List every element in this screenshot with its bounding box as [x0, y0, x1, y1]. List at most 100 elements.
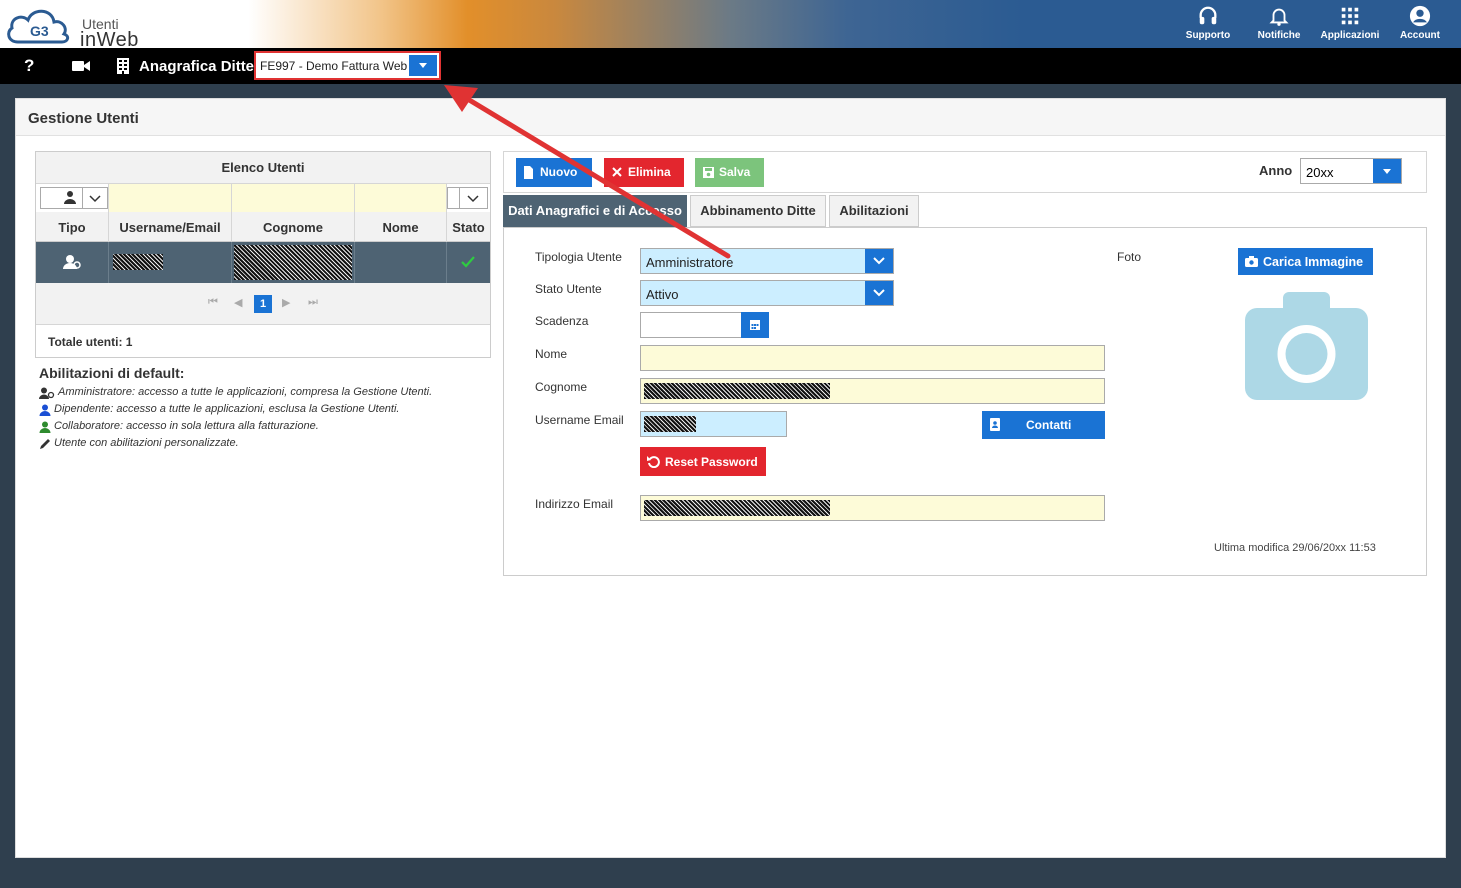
calendar-button[interactable] — [741, 312, 769, 338]
table-row[interactable] — [36, 242, 490, 283]
photo-label: Foto — [1117, 250, 1142, 264]
user-management-panel: Gestione Utenti Elenco Utenti Tipo Usern… — [15, 98, 1446, 858]
row-type-cell — [36, 242, 109, 283]
chevron-down-icon — [873, 289, 885, 297]
caret-down-icon — [1383, 169, 1391, 174]
legend-custom-text: Utente con abilitazioni personalizzate. — [54, 437, 239, 449]
email-address-input[interactable] — [640, 495, 1105, 521]
type-filter[interactable] — [36, 184, 109, 212]
notifications-label: Notifiche — [1257, 30, 1301, 41]
account-button[interactable]: Account — [1385, 2, 1455, 48]
app-header: G3 Utenti inWeb Supporto Notifiche Appli… — [0, 0, 1461, 51]
username-email-input[interactable] — [640, 411, 787, 437]
admin-user-icon — [63, 255, 81, 269]
company-dropdown-button[interactable] — [409, 55, 437, 76]
company-select-value: FE997 - Demo Fattura Web — [260, 59, 408, 73]
user-type-select[interactable]: Amministratore — [640, 248, 894, 274]
grid-caption: Elenco Utenti — [36, 152, 490, 184]
page-title: Gestione Utenti — [28, 110, 139, 127]
users-grid: Elenco Utenti Tipo Username/Email Cognom… — [35, 151, 491, 358]
legend-item-custom: Utente con abilitazioni personalizzate. — [39, 435, 432, 452]
legend-admin-text: Amministratore: accesso a tutte le appli… — [58, 386, 433, 398]
chevron-down-icon — [873, 257, 885, 265]
last-modified: Ultima modifica 29/06/20xx 11:53 — [1214, 542, 1376, 554]
user-type-dropdown-button[interactable] — [865, 249, 893, 273]
user-icon — [39, 404, 51, 416]
user-status-select[interactable]: Attivo — [640, 280, 894, 306]
surname-filter[interactable] — [232, 184, 355, 212]
calendar-icon — [750, 320, 760, 330]
video-camera-icon[interactable] — [72, 60, 90, 72]
last-page-icon[interactable]: ⏭ — [308, 296, 318, 309]
column-nome[interactable]: Nome — [355, 212, 447, 242]
first-name-input[interactable] — [640, 345, 1105, 371]
top-toolbar: ? Anagrafica Ditte FE997 - Demo Fattura … — [0, 48, 1461, 84]
new-button-label: Nuovo — [540, 165, 578, 179]
upload-image-button[interactable]: Carica Immagine — [1238, 248, 1373, 275]
user-status-label: Stato Utente — [535, 282, 602, 296]
user-circle-icon — [1409, 5, 1431, 27]
first-name-label: Nome — [535, 347, 568, 361]
expiry-date-input[interactable] — [640, 312, 742, 338]
permissions-legend: Abilitazioni di default: Amministratore:… — [39, 365, 432, 452]
reset-password-button[interactable]: Reset Password — [640, 447, 766, 476]
support-button[interactable]: Supporto — [1173, 2, 1243, 48]
tab-personal-data[interactable]: Dati Anagrafici e di Accesso — [503, 195, 687, 227]
grid-pager: ⏮ ◀ 1 ▶ ⏭ — [36, 283, 490, 325]
applications-label: Applicazioni — [1320, 30, 1380, 41]
column-stato[interactable]: Stato — [447, 212, 490, 242]
column-tipo[interactable]: Tipo — [36, 212, 109, 242]
grid-filter-row — [36, 184, 490, 212]
legend-title: Abilitazioni di default: — [39, 365, 185, 381]
year-select[interactable]: 20xx — [1300, 158, 1402, 184]
company-registry-title[interactable]: Anagrafica Ditte — [139, 58, 254, 75]
legend-item-admin: Amministratore: accesso a tutte le appli… — [39, 384, 432, 401]
check-icon — [461, 256, 475, 268]
year-dropdown-button[interactable] — [1373, 159, 1401, 183]
support-label: Supporto — [1185, 30, 1231, 41]
redacted-username — [113, 254, 163, 270]
contacts-button-label: Contatti — [1026, 418, 1072, 432]
photo-placeholder-camera-icon[interactable] — [1245, 292, 1368, 400]
prev-page-icon[interactable]: ◀ — [234, 296, 242, 309]
headset-icon — [1199, 6, 1217, 25]
column-username[interactable]: Username/Email — [109, 212, 232, 242]
type-filter-controls — [40, 187, 108, 209]
contacts-button[interactable]: Contatti — [982, 411, 1105, 439]
user-status-dropdown-button[interactable] — [865, 281, 893, 305]
first-page-icon[interactable]: ⏮ — [208, 296, 218, 309]
app-logo[interactable]: G3 Utenti inWeb — [4, 4, 144, 51]
username-email-label: Username Email — [535, 413, 624, 427]
panel-header: Gestione Utenti — [16, 99, 1445, 136]
file-icon — [524, 166, 533, 179]
notifications-button[interactable]: Notifiche — [1244, 2, 1314, 48]
new-button[interactable]: Nuovo — [516, 158, 592, 187]
applications-button[interactable]: Applicazioni — [1315, 2, 1385, 48]
help-button[interactable]: ? — [24, 56, 34, 76]
year-value: 20xx — [1306, 165, 1334, 180]
expiry-label: Scadenza — [535, 314, 589, 328]
surname-input[interactable] — [640, 378, 1105, 404]
save-button[interactable]: Salva — [695, 158, 764, 187]
admin-user-icon — [39, 387, 55, 399]
next-page-icon[interactable]: ▶ — [282, 296, 290, 309]
email-address-label: Indirizzo Email — [535, 497, 614, 511]
close-icon — [612, 167, 622, 177]
tab-company-link[interactable]: Abbinamento Ditte — [690, 195, 826, 227]
logo-badge: G3 — [30, 23, 49, 39]
redacted-surname-value — [644, 383, 830, 399]
tab-permissions[interactable]: Abilitazioni — [829, 195, 919, 227]
legend-collaborator-text: Collaboratore: accesso in sola lettura a… — [54, 420, 319, 432]
column-cognome[interactable]: Cognome — [232, 212, 355, 242]
status-filter[interactable] — [447, 184, 490, 212]
company-select[interactable]: FE997 - Demo Fattura Web — [254, 51, 441, 80]
user-icon — [39, 421, 51, 433]
name-filter[interactable] — [355, 184, 447, 212]
delete-button[interactable]: Elimina — [604, 158, 684, 187]
username-filter[interactable] — [109, 184, 232, 212]
status-filter-controls — [447, 187, 488, 209]
current-page[interactable]: 1 — [254, 295, 272, 313]
redacted-username-value — [644, 416, 696, 432]
delete-button-label: Elimina — [628, 165, 671, 179]
surname-label: Cognome — [535, 380, 588, 394]
